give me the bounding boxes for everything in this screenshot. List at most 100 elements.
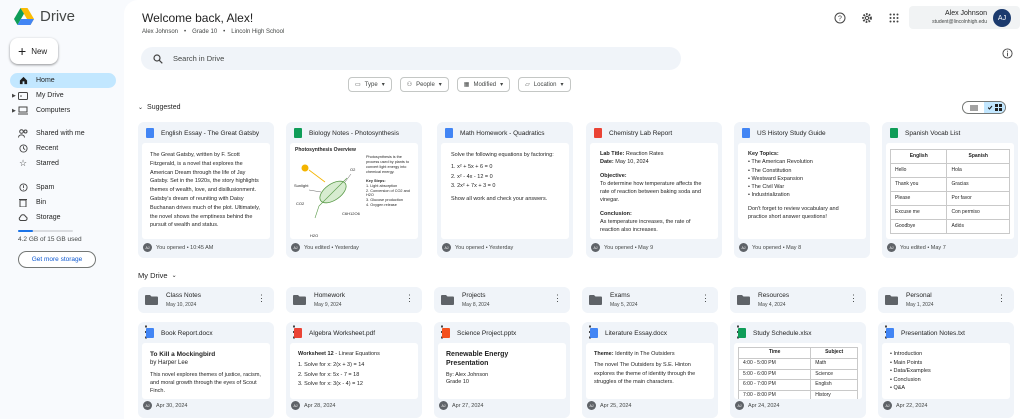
sidebar-item-storage[interactable]: Storage: [10, 210, 116, 225]
folder-item[interactable]: Personal May 1, 2024 ⋮: [878, 287, 1014, 313]
get-more-storage-button[interactable]: Get more storage: [18, 251, 96, 268]
sidebar-item-shared[interactable]: Shared with me: [10, 126, 116, 141]
avatar: AJ: [291, 401, 300, 410]
more-options-icon[interactable]: ⋮: [997, 294, 1006, 303]
table-cell: 7:00 - 8:00 PM: [737, 390, 812, 399]
filter-type[interactable]: ▭ Type ▾: [348, 77, 392, 92]
folder-item[interactable]: Exams May 5, 2024 ⋮: [582, 287, 718, 313]
sidebar-item-my-drive[interactable]: ▶ My Drive: [10, 88, 116, 103]
list-item: • Introduction: [890, 351, 923, 357]
suggested-card[interactable]: Biology Notes - Photosynthesis Photosynt…: [286, 122, 422, 258]
file-date: Apr 27, 2024: [452, 402, 484, 409]
more-options-icon[interactable]: ⋮: [849, 294, 858, 303]
topic-text: The Constitution: [751, 167, 792, 174]
file-card[interactable]: Study Schedule.xlsx ⋮ TimeSubject 4:00 -…: [730, 322, 866, 418]
file-card[interactable]: Presentation Notes.txt ⋮ • Introduction …: [878, 322, 1014, 418]
suggested-card[interactable]: Spanish Vocab List English Spanish Hello H…: [882, 122, 1018, 258]
preview-item: 3. Solve for x: 3(x - 4) = 12: [298, 381, 363, 388]
card-preview: Worksheet 12 - Linear Equations 1. Solve…: [290, 343, 418, 399]
storage-fill: [18, 230, 34, 232]
preview-item: 1. x² + 5x + 6 = 0: [451, 164, 493, 171]
suggested-card[interactable]: US History Study Guide Key Topics: • The…: [734, 122, 870, 258]
pdf-icon: [294, 328, 302, 338]
sidebar-item-spam[interactable]: Spam: [10, 180, 116, 195]
app-name: Drive: [40, 8, 76, 25]
preview-desc: Photosynthesis is the process used by pl…: [366, 155, 410, 174]
my-drive-header[interactable]: My Drive ⌄: [138, 271, 177, 280]
filter-location[interactable]: ▱ Location ▾: [518, 77, 571, 92]
folder-name: Class Notes: [166, 292, 202, 299]
settings-icon[interactable]: [860, 11, 874, 25]
file-name: Literature Essay.docx: [605, 329, 668, 337]
new-button[interactable]: + New: [10, 38, 58, 64]
list-view-icon[interactable]: [963, 102, 984, 113]
table-row: 6:00 - 7:00 PM English: [737, 379, 858, 391]
table-header: Time: [737, 347, 812, 359]
card-preview: Renewable Energy Presentation By: Alex J…: [438, 343, 566, 399]
topic-text: Westward Expansion: [751, 175, 804, 182]
diagram-label: C6H12O6: [342, 211, 360, 216]
preview-text: The Great Gatsby, written by F. Scott Fi…: [150, 152, 260, 229]
folder-icon: [737, 295, 750, 305]
folder-item[interactable]: Homework May 9, 2024 ⋮: [286, 287, 422, 313]
card-preview: Key Topics: • The American Revolution • …: [738, 143, 866, 239]
sidebar-item-bin[interactable]: Bin: [10, 195, 116, 210]
folder-item[interactable]: Projects May 8, 2024 ⋮: [434, 287, 570, 313]
file-name: Presentation Notes.txt: [901, 329, 965, 337]
avatar[interactable]: AJ: [993, 9, 1011, 27]
more-options-icon[interactable]: ⋮: [701, 294, 710, 303]
plus-icon: +: [18, 43, 27, 59]
sidebar-item-label: Bin: [36, 199, 47, 206]
file-card[interactable]: Science Project.pptx ⋮ Renewable Energy …: [434, 322, 570, 418]
folder-icon: [589, 295, 602, 305]
file-card[interactable]: Book Report.docx ⋮ To Kill a Mockingbird…: [138, 322, 274, 418]
suggested-card[interactable]: English Essay - The Great Gatsby The Gre…: [138, 122, 274, 258]
suggested-card[interactable]: Math Homework - Quadratics Solve the fol…: [437, 122, 573, 258]
sidebar-item-home[interactable]: Home: [10, 73, 116, 88]
field-label: Date:: [600, 159, 614, 166]
sidebar-item-computers[interactable]: ▶ Computers: [10, 103, 116, 118]
preview-item: 3. 2x² + 7x + 3 = 0: [451, 183, 496, 190]
file-card[interactable]: Algebra Worksheet.pdf ⋮ Worksheet 12 - L…: [286, 322, 422, 418]
pdf-icon: [594, 128, 602, 138]
list-item: • Conclusion: [890, 376, 921, 383]
file-name: Algebra Worksheet.pdf: [309, 329, 375, 337]
sidebar-item-label: Spam: [36, 184, 55, 191]
sidebar-item-starred[interactable]: ☆ Starred: [10, 156, 116, 171]
sidebar-item-label: Recent: [36, 145, 59, 152]
folder-item[interactable]: Resources May 4, 2024 ⋮: [730, 287, 866, 313]
filter-people[interactable]: ⚇ People ▾: [399, 77, 449, 92]
list-item-text: Q&A: [893, 385, 906, 392]
drive-logo[interactable]: Drive: [14, 8, 75, 25]
search-bar[interactable]: Search in Drive: [141, 47, 681, 70]
suggested-header[interactable]: ⌄ Suggested: [138, 104, 181, 111]
info-icon[interactable]: [1002, 46, 1013, 64]
help-icon[interactable]: ?: [833, 11, 847, 25]
suggested-card[interactable]: Chemistry Lab Report Lab Title: Reaction…: [586, 122, 722, 258]
expand-arrow-icon[interactable]: ▶: [12, 108, 16, 114]
folder-name: Resources: [758, 292, 790, 299]
filter-label: Modified: [473, 81, 497, 88]
file-card[interactable]: Literature Essay.docx ⋮ Theme: Identity …: [582, 322, 718, 418]
more-options-icon[interactable]: ⋮: [405, 294, 414, 303]
conclusion-text: As temperature increases, the rate of re…: [600, 218, 691, 233]
study-note: Don't forget to review vocabulary and pr…: [748, 205, 839, 220]
list-item-text: Conclusion: [893, 376, 921, 383]
apps-grid-icon[interactable]: [887, 11, 901, 25]
more-options-icon[interactable]: ⋮: [553, 294, 562, 303]
more-options-icon[interactable]: ⋮: [257, 294, 266, 303]
folder-item[interactable]: Class Notes May 10, 2024 ⋮: [138, 287, 274, 313]
topic-text: The American Revolution: [751, 159, 813, 166]
expand-arrow-icon[interactable]: ▶: [12, 93, 16, 99]
filter-modified[interactable]: ▦ Modified ▾: [456, 77, 511, 92]
filter-label: Type: [364, 81, 378, 88]
sidebar-item-recent[interactable]: Recent: [10, 141, 116, 156]
grid-view-icon[interactable]: [984, 102, 1005, 113]
avatar: AJ: [735, 401, 744, 410]
spam-icon: [18, 183, 28, 193]
avatar: AJ: [739, 243, 748, 252]
account-switcher[interactable]: Alex Johnson student@lincolnhigh.edu AJ: [909, 6, 1020, 29]
folder-name: Homework: [314, 292, 346, 299]
table-cell: Excuse me: [889, 205, 948, 220]
table-header: English: [889, 149, 948, 164]
